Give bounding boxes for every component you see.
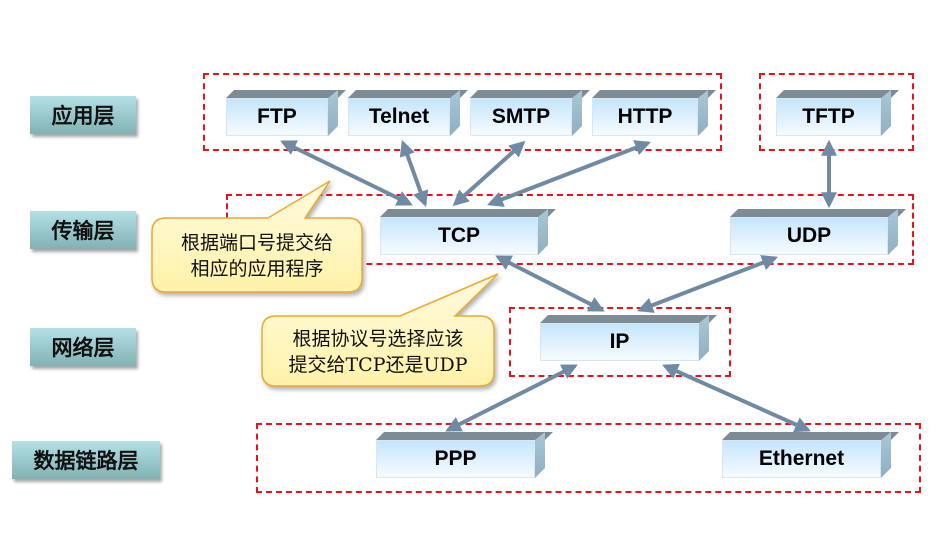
arrow-udp-ip	[637, 255, 778, 313]
protocol-ppp-label: PPP	[376, 440, 535, 478]
protocol-ip-label: IP	[540, 323, 699, 361]
arrow-tcp-ip	[495, 255, 605, 312]
protocol-telnet-label: Telnet	[348, 98, 450, 136]
protocol-tftp-label: TFTP	[776, 98, 881, 136]
arrow-ftp-tcp	[280, 140, 413, 206]
protocol-tcp: TCP	[380, 209, 556, 255]
protocol-ethernet: Ethernet	[722, 432, 899, 478]
protocol-ethernet-label: Ethernet	[722, 440, 881, 478]
protocol-ppp: PPP	[376, 432, 553, 478]
protocol-udp: UDP	[730, 209, 906, 255]
callout-protocol-line1: 根据协议号选择应该	[292, 328, 464, 350]
protocol-tftp: TFTP	[776, 90, 899, 136]
callout-port-line1: 根据端口号提交给	[180, 232, 333, 254]
protocol-ip: IP	[540, 315, 717, 361]
callout-protocol-text: 根据协议号选择应该 提交给TCP还是UDP	[262, 326, 494, 378]
protocol-ftp-label: FTP	[226, 98, 328, 136]
protocol-tcp-label: TCP	[380, 217, 538, 255]
protocol-smtp-label: SMTP	[470, 98, 572, 136]
arrow-ip-ethernet	[662, 363, 811, 433]
protocol-http: HTTP	[592, 90, 716, 136]
protocol-http-label: HTTP	[592, 98, 698, 136]
protocol-telnet: Telnet	[348, 90, 468, 136]
protocol-ftp: FTP	[226, 90, 346, 136]
arrow-telnet-tcp	[399, 139, 429, 208]
callout-protocol-line2: 提交给TCP还是UDP	[288, 354, 468, 376]
protocol-udp-label: UDP	[730, 217, 888, 255]
callout-port-text: 根据端口号提交给 相应的应用程序	[152, 230, 362, 282]
callout-port-line2: 相应的应用程序	[190, 258, 324, 280]
protocol-smtp: SMTP	[470, 90, 590, 136]
